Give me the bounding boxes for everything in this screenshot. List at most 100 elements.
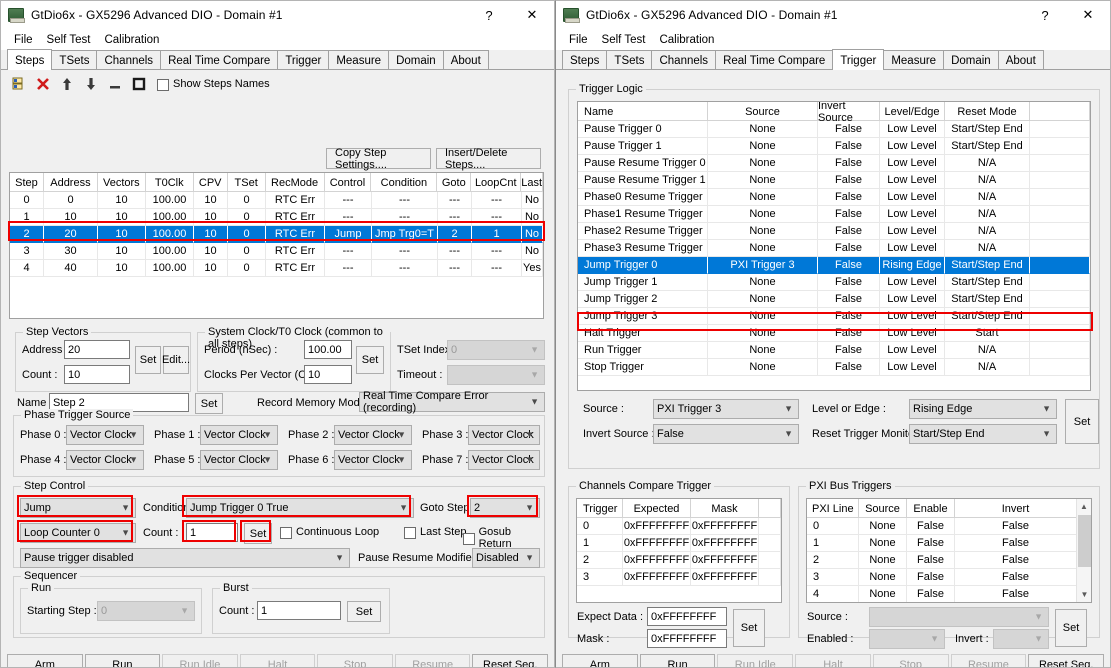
tab-tsets[interactable]: TSets [51, 50, 98, 69]
tab-measure[interactable]: Measure [328, 50, 390, 69]
trigger-set-button[interactable]: Set [1065, 399, 1099, 444]
table-row[interactable]: Pause Resume Trigger 0 None False Low Level… [578, 155, 1090, 172]
help-button[interactable]: ? [1024, 1, 1066, 29]
record-memory-mode-select[interactable]: Real Time Compare Error (recording) ▼ [359, 390, 545, 414]
menu-file[interactable]: File [7, 32, 40, 48]
delete-step-icon[interactable] [33, 74, 53, 93]
continuous-loop-checkbox[interactable]: Continuous Loop [280, 526, 379, 539]
insert-step-icon[interactable] [9, 74, 29, 93]
reset-seq-button[interactable]: Reset Seq. [1028, 654, 1105, 667]
table-row[interactable]: Pause Resume Trigger 1 None False Low Level… [578, 172, 1090, 189]
table-row[interactable]: 0 None False False [807, 518, 1091, 535]
phase7-select[interactable]: Vector Clock ▼ [468, 450, 540, 470]
table-row[interactable]: 1 10 10 100.00 10 0 RTC Err --- --- --- … [10, 209, 543, 226]
run-button[interactable]: Run [84, 654, 161, 667]
table-row[interactable]: Phase2 Resume Trigger None False Low Level N… [578, 223, 1090, 240]
tab-steps[interactable]: Steps [562, 50, 608, 69]
table-row[interactable]: Jump Trigger 2 None False Low Level Start/St… [578, 291, 1090, 308]
table-row[interactable]: Pause Trigger 0 None False Low Level Start/S… [578, 121, 1090, 138]
starting-step-select[interactable]: 0 ▼ [97, 601, 195, 621]
table-row[interactable]: Pause Trigger 1 None False Low Level Start/S… [578, 138, 1090, 155]
arm-button[interactable]: Arm [7, 654, 83, 667]
tset-index-select[interactable]: 0 ▼ [447, 340, 545, 360]
pause-trigger-select[interactable]: Pause trigger disabled ▼ [20, 548, 350, 568]
stop-button[interactable]: Stop [872, 654, 949, 667]
tab-channels[interactable]: Channels [96, 50, 162, 69]
tab-about[interactable]: About [442, 50, 489, 69]
timeout-select[interactable]: ▼ [447, 365, 545, 385]
scroll-up-icon[interactable]: ▲ [1077, 499, 1091, 514]
pxi-invert-select[interactable]: ▼ [993, 629, 1049, 649]
step-action-select[interactable]: Jump ▼ [20, 498, 136, 518]
gosub-return-checkbox[interactable]: Gosub Return [463, 526, 544, 550]
phase4-select[interactable]: Vector Clock ▼ [66, 450, 144, 470]
reset-monitors-select[interactable]: Start/Step End ▼ [909, 424, 1057, 444]
phase1-select[interactable]: Vector Clock ▼ [200, 425, 278, 445]
last-step-checkbox[interactable]: Last Step [404, 526, 466, 539]
close-icon[interactable]: ✕ [510, 1, 554, 29]
halt-button[interactable]: Halt [239, 654, 316, 667]
reset-seq-button[interactable]: Reset Seq. [472, 654, 549, 667]
mask-input[interactable]: 0xFFFFFFFF [647, 629, 727, 648]
tab-domain[interactable]: Domain [388, 50, 444, 69]
tab-domain[interactable]: Domain [943, 50, 999, 69]
burst-count-input[interactable]: 1 [257, 601, 341, 620]
tab-real-time-compare[interactable]: Real Time Compare [715, 50, 834, 69]
phase0-select[interactable]: Vector Clock ▼ [66, 425, 144, 445]
pxi-table-scrollbar[interactable]: ▲ ▼ [1076, 499, 1091, 602]
scroll-down-icon[interactable]: ▼ [1077, 587, 1091, 602]
table-row[interactable]: Jump Trigger 1 None False Low Level Start/St… [578, 274, 1090, 291]
tab-trigger[interactable]: Trigger [832, 49, 885, 70]
tab-steps[interactable]: Steps [7, 49, 53, 70]
scroll-thumb[interactable] [1078, 515, 1091, 567]
pxi-bus-set-button[interactable]: Set [1055, 609, 1087, 647]
move-down-icon[interactable] [81, 74, 101, 93]
run-idle-button[interactable]: Run Idle [717, 654, 794, 667]
table-row[interactable]: Phase3 Resume Trigger None False Low Level N… [578, 240, 1090, 257]
loop-count-input[interactable]: 1 [186, 523, 238, 542]
name-set-button[interactable]: Set [195, 393, 223, 414]
loop-count-set-button[interactable]: Set [244, 523, 272, 544]
run-button[interactable]: Run [639, 654, 716, 667]
halt-button[interactable]: Halt [795, 654, 871, 667]
pxi-enabled-select[interactable]: ▼ [869, 629, 945, 649]
table-row-selected[interactable]: 2 20 10 100.00 10 0 RTC Err Jump Jmp Trg… [10, 226, 543, 243]
table-row[interactable]: 1 0xFFFFFFFF 0xFFFFFFFF [577, 535, 781, 552]
table-row[interactable]: Halt Trigger None False Low Level Start [578, 325, 1090, 342]
count-input[interactable]: 10 [64, 365, 130, 384]
table-row[interactable]: 0 0xFFFFFFFF 0xFFFFFFFF [577, 518, 781, 535]
table-row[interactable]: Stop Trigger None False Low Level N/A [578, 359, 1090, 376]
table-row[interactable]: 3 30 10 100.00 10 0 RTC Err --- --- --- … [10, 243, 543, 260]
move-up-icon[interactable] [57, 74, 77, 93]
system-clock-set-button[interactable]: Set [356, 346, 384, 374]
table-row[interactable]: 2 0xFFFFFFFF 0xFFFFFFFF [577, 552, 781, 569]
invert-source-select[interactable]: False ▼ [653, 424, 799, 444]
table-row[interactable]: Phase0 Resume Trigger None False Low Level N… [578, 189, 1090, 206]
cpv-input[interactable]: 10 [304, 365, 352, 384]
menu-self-test[interactable]: Self Test [595, 32, 653, 48]
channels-compare-set-button[interactable]: Set [733, 609, 765, 647]
tab-measure[interactable]: Measure [883, 50, 945, 69]
period-input[interactable]: 100.00 [304, 340, 352, 359]
pause-resume-modifier-select[interactable]: Disabled ▼ [472, 548, 540, 568]
tab-real-time-compare[interactable]: Real Time Compare [160, 50, 279, 69]
table-row[interactable]: 3 None False False [807, 569, 1091, 586]
menu-calibration[interactable]: Calibration [97, 32, 166, 48]
phase3-select[interactable]: Vector Clock ▼ [468, 425, 540, 445]
trigger-source-select[interactable]: PXI Trigger 3 ▼ [653, 399, 799, 419]
insert-delete-steps-button[interactable]: Insert/Delete Steps.... [436, 147, 541, 171]
tab-tsets[interactable]: TSets [606, 50, 653, 69]
copy-step-settings-button[interactable]: Copy Step Settings.... [326, 147, 431, 171]
level-edge-select[interactable]: Rising Edge ▼ [909, 399, 1057, 419]
expect-data-input[interactable]: 0xFFFFFFFF [647, 607, 727, 626]
resume-button[interactable]: Resume [394, 654, 471, 667]
table-row-selected[interactable]: Jump Trigger 0 PXI Trigger 3 False Rising E… [578, 257, 1090, 274]
tab-channels[interactable]: Channels [651, 50, 717, 69]
loop-counter-select[interactable]: Loop Counter 0 ▼ [20, 523, 136, 543]
goto-step-select[interactable]: 2 ▼ [470, 498, 540, 518]
run-idle-button[interactable]: Run Idle [162, 654, 238, 667]
collapse-icon[interactable] [105, 74, 125, 93]
table-row[interactable]: Jump Trigger 3 None False Low Level Start/St… [578, 308, 1090, 325]
step-vectors-set-button[interactable]: Set [135, 346, 161, 374]
arm-button[interactable]: Arm [562, 654, 638, 667]
